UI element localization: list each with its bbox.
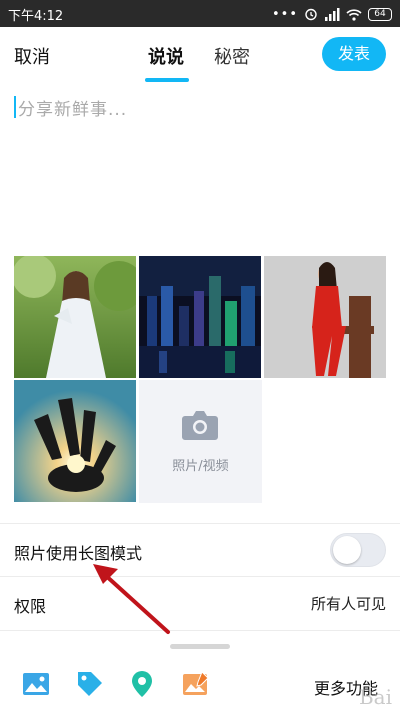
long-image-mode-toggle[interactable] [330,533,386,567]
divider [0,630,400,631]
drag-handle[interactable] [170,644,230,649]
status-icons: ••• 64 [272,4,392,24]
add-photo-video-button[interactable]: 照片/视频 [139,380,262,503]
more-dots-icon: ••• [271,6,298,22]
divider [0,523,400,524]
text-caret [14,96,16,118]
image-icon[interactable] [22,670,50,698]
toggle-knob [333,536,361,564]
post-placeholder: 分享新鲜事... [18,100,128,120]
add-media-label: 照片/视频 [172,459,229,474]
active-tab-indicator [145,78,189,82]
permission-value: 所有人可见 [310,595,386,613]
permission-label: 权限 [14,597,47,616]
header-bar: 取消 说说 秘密 发表 [0,27,400,83]
signal-icon [324,7,340,21]
photo-thumbnail-2[interactable] [139,256,261,378]
status-bar: 下午4:12 ••• 64 [0,0,400,27]
watermark: Bai [358,685,392,709]
photo-edit-icon[interactable] [182,670,210,698]
photo-thumbnail-4[interactable] [14,380,136,502]
wifi-icon [346,8,362,21]
location-icon[interactable] [128,670,156,698]
cancel-button[interactable]: 取消 [14,43,50,69]
photo-thumbnail-1[interactable] [14,256,136,378]
tag-icon[interactable] [76,670,104,698]
battery-icon: 64 [368,7,392,21]
publish-button[interactable]: 发表 [322,37,386,71]
photo-thumbnail-3[interactable] [264,256,386,378]
camera-icon [181,410,219,444]
divider [0,576,400,577]
tab-secret[interactable]: 秘密 [214,43,250,69]
status-time: 下午4:12 [8,9,64,24]
long-image-mode-label: 照片使用长图模式 [14,544,143,563]
post-text-input[interactable]: 分享新鲜事... [14,95,386,245]
alarm-icon [304,7,318,21]
tab-shuoshuo[interactable]: 说说 [148,43,184,69]
